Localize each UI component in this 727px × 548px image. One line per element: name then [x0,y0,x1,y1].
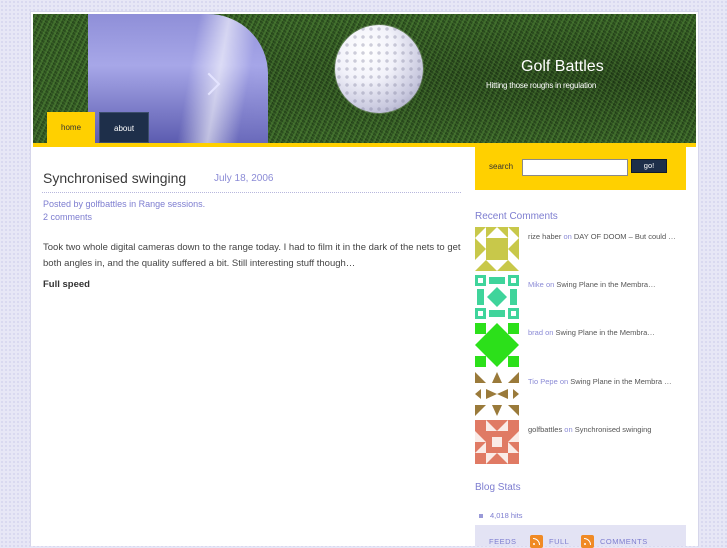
comment-author[interactable]: brad [528,328,543,337]
comment-on: on [545,328,554,337]
golf-ball-image [335,25,423,113]
comment-author[interactable]: Mike [528,280,544,289]
comment-on: on [559,377,569,386]
rss-icon[interactable] [530,535,543,548]
avatar-identicon[interactable] [475,227,519,271]
comment-author[interactable]: Tio Pepe [528,377,558,386]
nav-tab-about[interactable]: about [99,112,150,143]
post-title[interactable]: Synchronised swinging [43,170,186,186]
blog-stats-heading: Blog Stats [475,482,521,493]
post-body: Took two whole digital cameras down to t… [43,242,461,269]
search-input[interactable] [522,159,628,176]
blog-stats-hits: 4,018 hits [479,511,523,520]
comment-target[interactable]: Swing Plane in the Membra… [556,328,655,337]
comment-on: on [545,280,555,289]
avatar-identicon[interactable] [475,420,519,464]
recent-comments-heading: Recent Comments [475,211,558,222]
comment-on: on [564,425,573,434]
avatar-identicon[interactable] [475,275,519,319]
comment-target[interactable]: Swing Plane in the Membra… [556,280,655,289]
comment-author[interactable]: rize haber [528,232,561,241]
rss-icon[interactable] [581,535,594,548]
comment-on: on [563,232,572,241]
category-link[interactable]: Range sessions. [139,199,206,209]
comments-link[interactable]: 2 comments [43,212,92,222]
nav-tab-home[interactable]: home [47,112,96,143]
search-label: search [489,162,514,171]
comment-row: Tio Pepe on Swing Plane in the Membra … [475,372,687,418]
author-link[interactable]: golfbattles [86,199,127,209]
comment-text: golfbattles on Synchronised swinging [528,424,678,436]
meta-prefix: Posted by [43,199,84,209]
site-header: Golf Battles Hitting those roughs in reg… [33,14,696,143]
comment-row: rize haber on DAY OF DOOM – But could … [475,227,687,273]
comment-target[interactable]: Swing Plane in the Membra … [570,377,671,386]
avatar-identicon[interactable] [475,372,519,416]
post-date: July 18, 2006 [214,173,274,184]
search-go-button[interactable]: go! [631,159,667,173]
comment-text: rize haber on DAY OF DOOM – But could … [528,231,678,243]
comment-row: brad on Swing Plane in the Membra… [475,323,687,369]
avatar-identicon[interactable] [475,323,519,367]
main-nav: home about [47,112,150,143]
comment-text: Mike on Swing Plane in the Membra… [528,279,678,291]
post-subheading: Full speed [43,279,90,290]
comment-row: Mike on Swing Plane in the Membra… [475,275,687,321]
site-title[interactable]: Golf Battles [521,58,604,76]
post-meta: Posted by golfbattles in Range sessions.… [43,198,205,224]
feeds-panel: FEEDS FULL COMMENTS [475,525,686,548]
site-tagline: Hitting those roughs in regulation [486,81,597,90]
comment-author[interactable]: golfbattles [528,425,562,434]
comment-text: brad on Swing Plane in the Membra… [528,327,678,339]
page-container: Golf Battles Hitting those roughs in reg… [30,11,699,548]
comment-target[interactable]: Synchronised swinging [575,425,652,434]
meta-in: in [129,199,137,209]
search-panel: search go! [475,145,686,190]
comment-row: golfbattles on Synchronised swinging [475,420,687,466]
post-divider [42,192,461,193]
comment-text: Tio Pepe on Swing Plane in the Membra … [528,376,678,388]
comment-target[interactable]: DAY OF DOOM – But could … [574,232,676,241]
